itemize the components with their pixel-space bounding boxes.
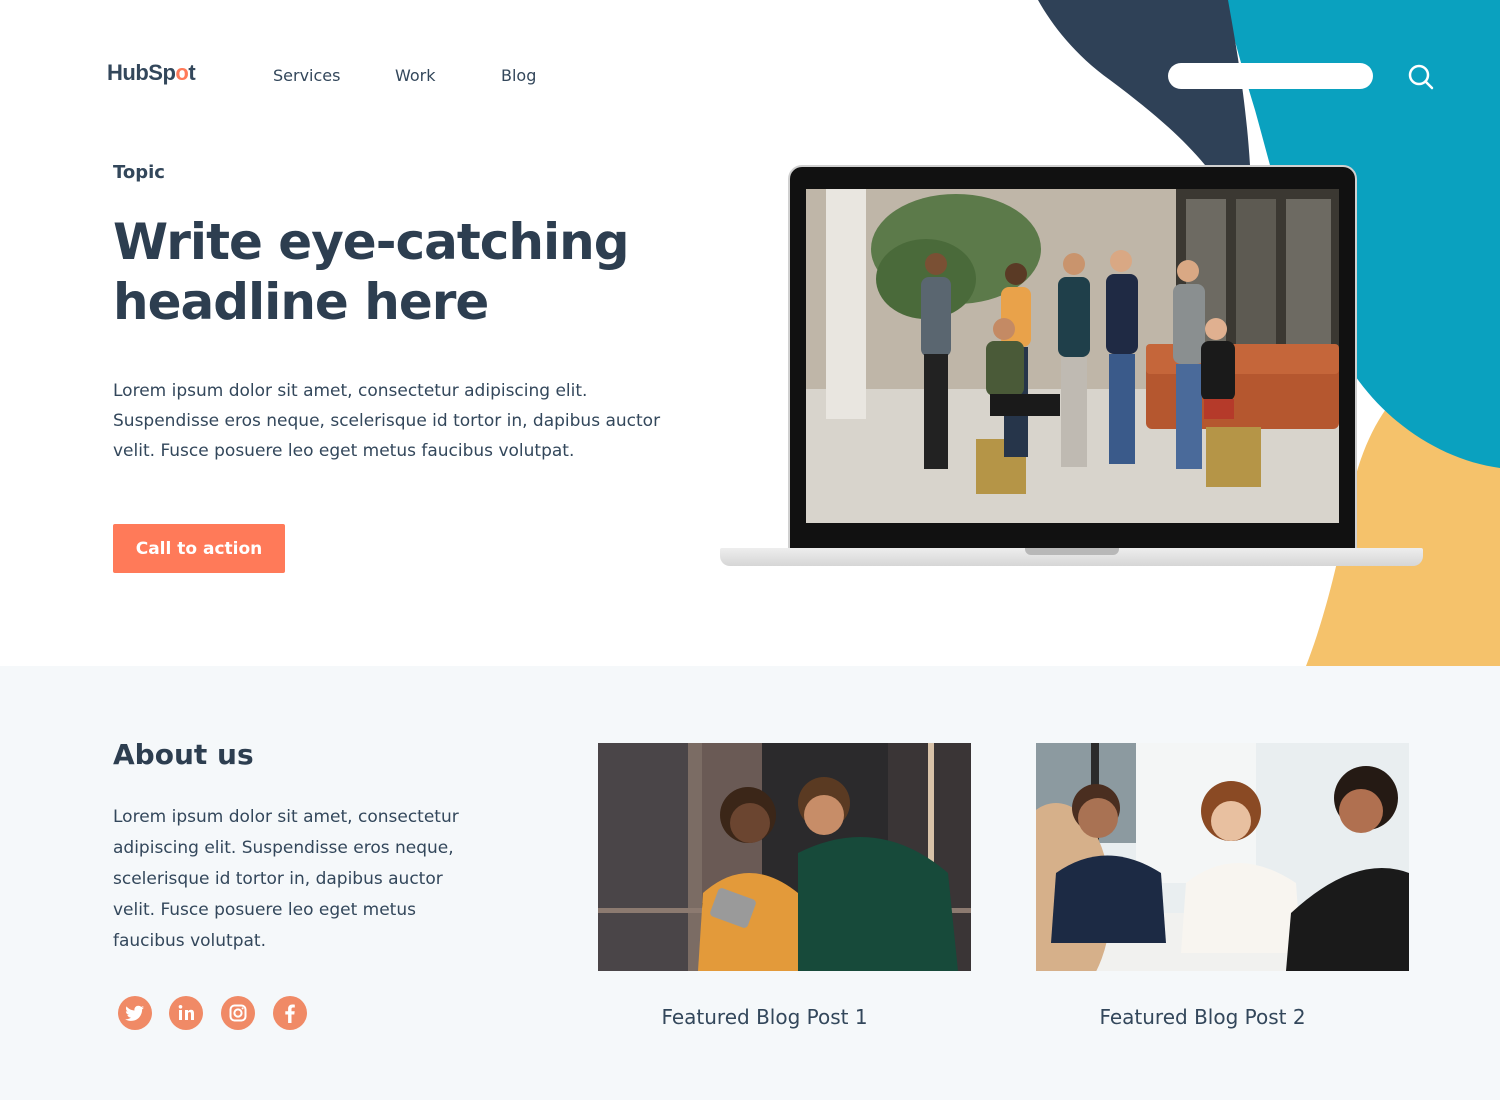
search-icon[interactable] [1406,62,1436,92]
topic-label: Topic [113,162,165,183]
hubspot-logo[interactable]: HubSpot [107,60,196,86]
search-input[interactable] [1168,63,1373,89]
blog-post-1-title[interactable]: Featured Blog Post 1 [578,1005,951,1029]
laptop-bezel [788,165,1357,550]
logo-sprocket: o [175,60,189,85]
twitter-icon[interactable] [118,996,152,1030]
instagram-icon[interactable] [221,996,255,1030]
hero-section: HubSpot Services Work Blog Topic Write e… [0,0,1500,666]
about-body-text: Lorem ipsum dolor sit amet, consectetur … [113,807,459,951]
blog-post-2-image[interactable] [1036,743,1409,971]
hero-body-text: Lorem ipsum dolor sit amet, consectetur … [113,381,661,461]
blog-post-1-image[interactable] [598,743,971,971]
nav-services[interactable]: Services [273,66,340,85]
about-title: About us [113,738,254,771]
laptop-notch [1025,548,1119,555]
logo-text-end: t [188,60,196,85]
page-headline: Write eye-catching headline here [113,213,630,331]
call-to-action-button[interactable]: Call to action [113,524,285,573]
laptop-mockup [720,165,1425,570]
blog-post-2-title[interactable]: Featured Blog Post 2 [1016,1005,1389,1029]
facebook-icon[interactable] [273,996,307,1030]
nav-blog[interactable]: Blog [501,66,536,85]
logo-text-start: HubSp [107,60,176,85]
nav-work[interactable]: Work [395,66,436,85]
team-photo [806,189,1339,523]
linkedin-icon[interactable] [169,996,203,1030]
